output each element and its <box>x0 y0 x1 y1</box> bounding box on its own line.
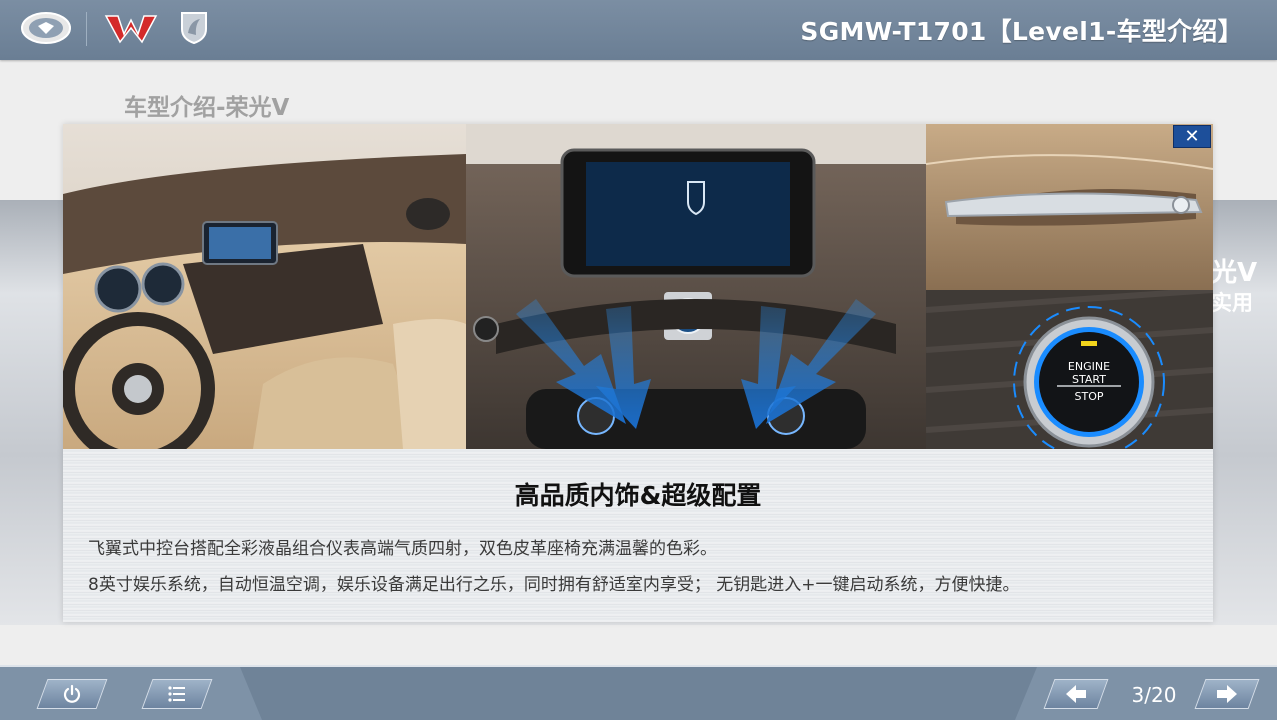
start-label: START <box>1072 373 1106 386</box>
course-title: SGMW-T1701【Level1-车型介绍】 <box>800 17 1243 46</box>
feature-modal: ENGINE START STOP ✕ 高品质内饰&超级配置 飞翼式中控台搭配全… <box>63 124 1213 622</box>
wuling-logo-icon <box>104 15 158 44</box>
sgmw-logo-icon <box>21 12 71 44</box>
next-page-button[interactable] <box>1194 679 1260 709</box>
caption-text-2: 8英寸娱乐系统，自动恒温空调，娱乐设备满足出行之乐，同时拥有舒适室内享受； 无钥… <box>88 575 1020 595</box>
power-button[interactable] <box>36 679 108 709</box>
page-heading: 车型介绍-荣光V <box>124 95 290 121</box>
background-text-1: 光V <box>1211 258 1258 288</box>
baojun-logo-icon <box>181 12 207 45</box>
dashboard-interior-photo <box>63 124 466 449</box>
arrow-right-icon <box>1217 685 1237 703</box>
power-icon <box>63 684 81 703</box>
menu-button[interactable] <box>141 679 213 709</box>
header-divider <box>86 12 87 46</box>
previous-page-button[interactable] <box>1043 679 1109 709</box>
arrow-left-icon <box>1066 685 1086 703</box>
background-text-2: 实用 <box>1211 291 1253 315</box>
engine-label: ENGINE <box>1068 360 1110 373</box>
center-console-ac-photo <box>466 124 926 449</box>
door-handle-photo <box>926 124 1213 290</box>
top-header: SGMW-T1701【Level1-车型介绍】 <box>0 0 1277 60</box>
close-button[interactable]: ✕ <box>1173 125 1211 148</box>
caption-panel: 高品质内饰&超级配置 飞翼式中控台搭配全彩液晶组合仪表高端气质四射，双色皮革座椅… <box>63 449 1213 622</box>
menu-list-icon <box>168 686 185 702</box>
caption-text-1: 飞翼式中控台搭配全彩液晶组合仪表高端气质四射，双色皮革座椅充满温馨的色彩。 <box>88 539 717 559</box>
caption-title: 高品质内饰&超级配置 <box>514 481 762 510</box>
engine-start-button-photo: ENGINE START STOP <box>926 290 1213 449</box>
footer-left-panel <box>0 667 262 720</box>
photo-strip: ENGINE START STOP <box>63 124 1213 449</box>
page-indicator: 3/20 <box>1131 683 1177 707</box>
stop-label: STOP <box>1075 390 1104 403</box>
